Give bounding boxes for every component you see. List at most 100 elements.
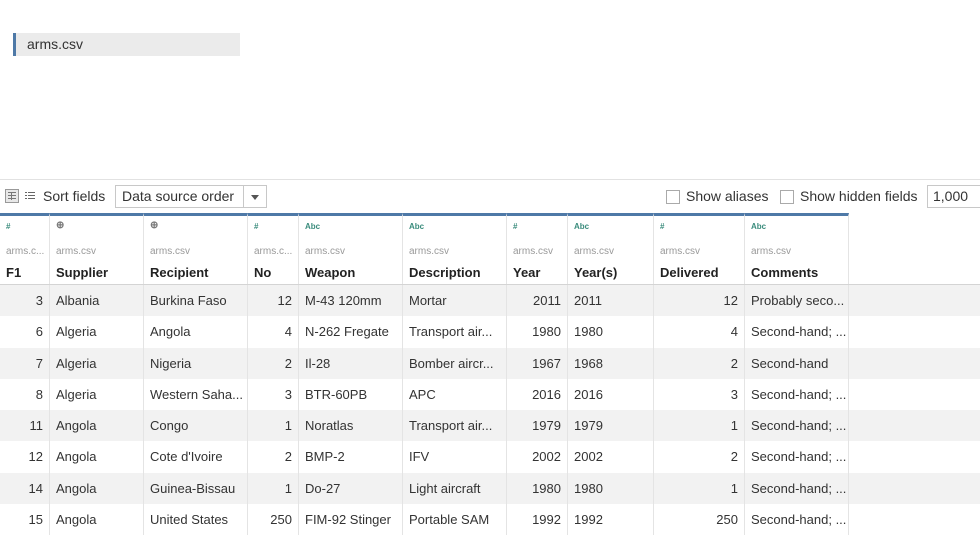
- column-header-comments[interactable]: Abc arms.csv Comments: [745, 213, 849, 284]
- table-cell: 2011: [568, 285, 654, 317]
- table-cell: Transport air...: [403, 410, 507, 442]
- table-cell: APC: [403, 378, 507, 411]
- column-header-delivered[interactable]: # arms.csv Delivered: [654, 213, 745, 284]
- grid-view-icon[interactable]: [5, 189, 19, 203]
- column-name: Delivered: [660, 265, 719, 280]
- table-cell: Nigeria: [144, 347, 248, 379]
- table-cell: 2016: [568, 378, 654, 411]
- chevron-down-icon[interactable]: [243, 186, 266, 207]
- table-cell: Algeria: [50, 347, 144, 379]
- table-cell: Angola: [50, 410, 144, 442]
- column-name: Recipient: [150, 265, 209, 280]
- table-cell: Angola: [50, 472, 144, 505]
- table-row: 12 Angola Cote d'Ivoire 2 BMP-2 IFV 2002 2002 2 S…: [0, 441, 980, 473]
- table-cell: 12: [0, 441, 50, 473]
- column-name: Year: [513, 265, 541, 280]
- string-type-icon[interactable]: Abc: [409, 222, 424, 231]
- table-cell: 2016: [507, 378, 568, 411]
- column-header-supplier[interactable]: ⊕ arms.csv Supplier: [50, 213, 144, 284]
- column-header-year-s[interactable]: Abc arms.csv Year(s): [568, 213, 654, 284]
- column-source-label: arms.csv: [305, 246, 345, 257]
- table-cell: 3: [654, 378, 745, 411]
- number-type-icon[interactable]: #: [254, 222, 258, 231]
- string-type-icon[interactable]: Abc: [574, 222, 589, 231]
- show-hidden-fields-checkbox[interactable]: [780, 190, 794, 204]
- table-cell: 1992: [568, 504, 654, 535]
- column-name: F1: [6, 265, 22, 280]
- column-source-label: arms.c...: [254, 246, 293, 257]
- table-cell: 6: [0, 316, 50, 348]
- table-cell: Albania: [50, 285, 144, 317]
- column-source-label: arms.csv: [574, 246, 614, 257]
- table-cell: 3: [248, 378, 299, 411]
- column-header-weapon[interactable]: Abc arms.csv Weapon: [299, 213, 403, 284]
- table-cell: 1968: [568, 347, 654, 379]
- table-cell: 2: [654, 347, 745, 379]
- table-cell: 14: [0, 472, 50, 505]
- table-cell: Congo: [144, 410, 248, 442]
- grid-header-row: # arms.c... F1 ⊕ arms.csv Supplier ⊕ arms.csv Re…: [0, 213, 980, 285]
- table-cell: 11: [0, 410, 50, 442]
- sort-fields-value: Data source order: [122, 188, 235, 204]
- table-cell: Light aircraft: [403, 472, 507, 505]
- table-row: 14 Angola Guinea-Bissau 1 Do-27 Light aircraf…: [0, 472, 980, 505]
- data-source-canvas: arms.csv: [0, 0, 980, 180]
- table-cell: Angola: [50, 441, 144, 473]
- table-cell: Mortar: [403, 285, 507, 317]
- table-cell: 8: [0, 378, 50, 411]
- column-source-label: arms.csv: [409, 246, 449, 257]
- table-cell: 2002: [568, 441, 654, 473]
- table-cell: BTR-60PB: [299, 378, 403, 411]
- table-cell: 2: [248, 441, 299, 473]
- string-type-icon[interactable]: Abc: [305, 222, 320, 231]
- column-name: Weapon: [305, 265, 356, 280]
- table-cell: 1980: [568, 472, 654, 505]
- table-cell: 12: [248, 285, 299, 317]
- column-header-description[interactable]: Abc arms.csv Description: [403, 213, 507, 284]
- table-pill-arms[interactable]: arms.csv: [13, 33, 240, 56]
- list-view-icon[interactable]: [24, 189, 38, 203]
- table-row: 15 Angola United States 250 FIM-92 Stinger Po…: [0, 504, 980, 535]
- table-cell: 1979: [507, 410, 568, 442]
- column-source-label: arms.csv: [513, 246, 553, 257]
- column-header-f1[interactable]: # arms.c... F1: [0, 213, 50, 284]
- column-name: No: [254, 265, 272, 280]
- column-source-label: arms.c...: [6, 246, 45, 257]
- table-cell: 2: [248, 347, 299, 379]
- table-cell: Portable SAM: [403, 504, 507, 535]
- column-header-recipient[interactable]: ⊕ arms.csv Recipient: [144, 213, 248, 284]
- column-name: Description: [409, 265, 481, 280]
- table-cell: 15: [0, 504, 50, 535]
- table-row: 6 Algeria Angola 4 N-262 Fregate Transport ai…: [0, 316, 980, 348]
- table-cell: Second-hand; ...: [745, 410, 849, 442]
- column-name: Year(s): [574, 265, 618, 280]
- globe-type-icon[interactable]: ⊕: [150, 220, 158, 231]
- column-source-label: arms.csv: [56, 246, 96, 257]
- number-type-icon[interactable]: #: [6, 222, 10, 231]
- sort-fields-dropdown[interactable]: Data source order: [115, 185, 267, 208]
- grid-body: 3 Albania Burkina Faso 12 M-43 120mm Mortar 20…: [0, 285, 980, 535]
- column-name: Supplier: [56, 265, 109, 280]
- table-cell: 2002: [507, 441, 568, 473]
- column-source-label: arms.csv: [751, 246, 791, 257]
- globe-type-icon[interactable]: ⊕: [56, 220, 64, 231]
- table-cell: Second-hand; ...: [745, 504, 849, 535]
- table-row: 3 Albania Burkina Faso 12 M-43 120mm Mortar 20…: [0, 285, 980, 317]
- table-cell: Algeria: [50, 378, 144, 411]
- column-header-year[interactable]: # arms.csv Year: [507, 213, 568, 284]
- table-cell: 1: [654, 410, 745, 442]
- number-type-icon[interactable]: #: [513, 222, 517, 231]
- column-name: Comments: [751, 265, 819, 280]
- table-cell: N-262 Fregate: [299, 316, 403, 348]
- show-aliases-checkbox[interactable]: [666, 190, 680, 204]
- rows-count-input[interactable]: 1,000: [927, 185, 980, 208]
- table-cell: M-43 120mm: [299, 285, 403, 317]
- table-cell: BMP-2: [299, 441, 403, 473]
- string-type-icon[interactable]: Abc: [751, 222, 766, 231]
- table-row: 8 Algeria Western Saha... 3 BTR-60PB APC 2016 2…: [0, 378, 980, 411]
- table-cell: Cote d'Ivoire: [144, 441, 248, 473]
- number-type-icon[interactable]: #: [660, 222, 664, 231]
- table-cell: 12: [654, 285, 745, 317]
- table-cell: 3: [0, 285, 50, 317]
- column-header-no[interactable]: # arms.c... No: [248, 213, 299, 284]
